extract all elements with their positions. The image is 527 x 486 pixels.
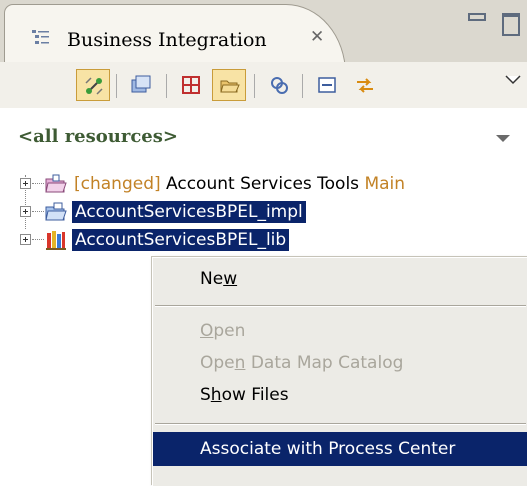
maximize-icon[interactable] — [502, 13, 520, 36]
tree-item-label: AccountServicesBPEL_lib — [72, 229, 290, 251]
menu-item-label: New — [200, 269, 238, 289]
menu-item-label: Show Files — [200, 385, 289, 405]
expand-icon[interactable] — [20, 178, 31, 189]
sync-button[interactable] — [348, 69, 382, 101]
view-menu-button[interactable] — [503, 72, 523, 88]
changed-flag: [changed] — [74, 174, 161, 194]
minimize-view-icon — [318, 77, 336, 93]
view-tab-bar: Business Integration ✕ — [0, 0, 527, 75]
minimize-icon[interactable] — [468, 13, 486, 21]
module-icon — [44, 201, 68, 223]
expand-icon[interactable] — [20, 206, 31, 217]
minimize-view-button[interactable] — [310, 69, 344, 101]
tree-connector — [32, 183, 44, 184]
tree-item-bpel-lib[interactable]: AccountServicesBPEL_lib — [0, 227, 527, 255]
expand-icon[interactable] — [20, 234, 31, 245]
menu-separator — [155, 423, 526, 425]
tree-connector — [32, 211, 44, 212]
tree-item-account-services-tools[interactable]: [changed] Account Services Tools Main — [0, 171, 527, 199]
branch-name: Main — [364, 174, 406, 194]
toolbar-separator — [302, 74, 303, 98]
collapse-all-icon — [131, 75, 151, 93]
show-categories-button[interactable] — [174, 69, 208, 101]
menu-item-label: Associate with Process Center — [200, 439, 456, 459]
menu-item-open[interactable]: Open — [153, 314, 527, 348]
business-integration-icon — [31, 29, 51, 47]
menu-item-associate-process-center[interactable]: Associate with Process Center — [153, 432, 527, 466]
view-toolbar — [0, 62, 527, 108]
menu-item-show-files[interactable]: Show Files — [153, 378, 527, 412]
chevron-down-icon[interactable] — [496, 135, 510, 142]
link-editor-icon — [85, 77, 103, 95]
tree-item-bpel-impl[interactable]: AccountServicesBPEL_impl — [0, 199, 527, 227]
toolbar-separator — [254, 74, 255, 98]
context-menu: New Open Open Data Map Catalog Show File… — [152, 257, 527, 486]
show-categories-icon — [182, 76, 200, 94]
sync-icon — [357, 78, 373, 93]
menu-separator — [155, 305, 526, 307]
project-changed-icon — [44, 173, 68, 195]
menu-item-label: Open Data Map Catalog — [200, 353, 404, 373]
business-integration-view: Business Integration ✕ <all resources> [… — [0, 0, 527, 486]
process-center-icon — [271, 77, 288, 94]
library-icon — [44, 229, 68, 251]
link-editor-button[interactable] — [76, 69, 110, 101]
project-name: Account Services Tools — [160, 174, 365, 194]
chevron-down-icon — [505, 75, 521, 85]
resource-filter-combo[interactable]: <all resources> — [0, 120, 527, 157]
open-folder-button[interactable] — [212, 69, 246, 101]
tree-item-label: AccountServicesBPEL_impl — [72, 201, 306, 223]
tree-connector — [32, 239, 44, 240]
menu-item-new[interactable]: New — [153, 262, 527, 296]
close-icon[interactable]: ✕ — [310, 27, 330, 47]
tree-item-label: [changed] Account Services Tools Main — [74, 173, 405, 195]
open-folder-icon — [220, 80, 240, 93]
collapse-all-button[interactable] — [124, 69, 158, 101]
toolbar-separator — [116, 74, 117, 98]
menu-item-label: Open — [200, 321, 246, 341]
resource-filter-value: <all resources> — [18, 126, 178, 147]
process-center-button[interactable] — [262, 69, 296, 101]
menu-item-open-data-map-catalog[interactable]: Open Data Map Catalog — [153, 346, 527, 380]
toolbar-separator — [166, 74, 167, 98]
view-tab-title: Business Integration — [67, 29, 267, 51]
